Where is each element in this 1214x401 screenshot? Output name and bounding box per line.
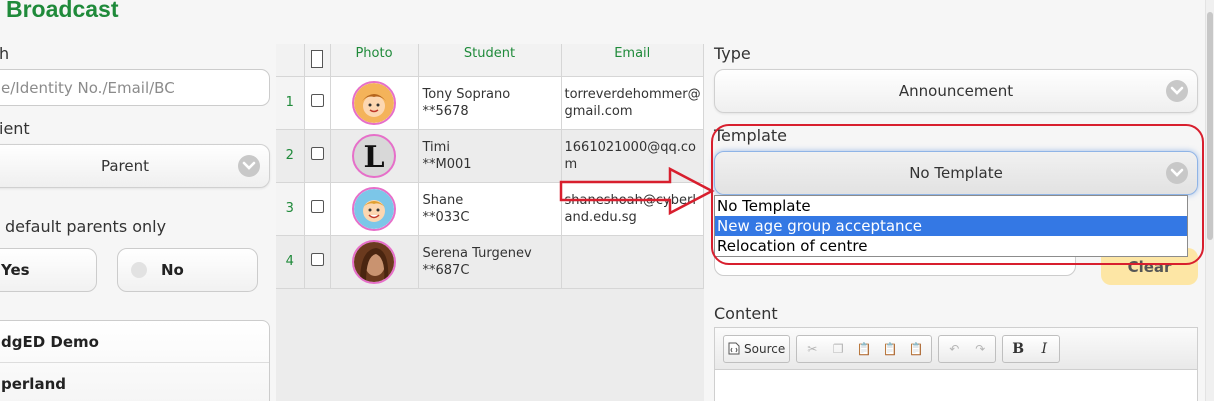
content-label: Content [714,304,778,323]
source-label: Source [744,341,786,356]
letter-l-avatar: L [352,133,396,178]
copy-icon[interactable]: ❐ [827,338,849,360]
table-row[interactable]: 1 Tony Soprano **5678 torreverdehommer@gm… [276,76,704,130]
select-all-checkbox[interactable] [311,50,323,68]
girl-cartoon-avatar [352,80,396,125]
document-icon [728,342,740,355]
student-id: **033C [422,209,470,225]
row-number: 1 [276,76,305,130]
recipient-select-value: Parent [100,157,150,175]
yes-label: Yes [1,261,30,279]
recipient-select[interactable]: Parent [0,144,270,188]
row-number: 4 [276,235,305,289]
page-title: Broadcast [6,0,119,22]
svg-text:L: L [363,140,384,175]
format-group: B I [1002,334,1061,363]
select-all-header[interactable] [304,44,331,77]
paste-word-icon[interactable]: 📋 [905,338,927,360]
photo-avatar [352,239,396,284]
student-name: Shane [422,192,464,208]
bold-button[interactable]: B [1007,338,1029,360]
search-input[interactable] [0,69,270,106]
row-checkbox[interactable] [310,147,324,160]
student-id: **5678 [422,103,469,119]
page-scrollbar[interactable] [1205,0,1214,401]
recipient-label: ient [0,119,30,138]
cut-icon[interactable]: ✂ [801,338,823,360]
yes-radio-button[interactable]: Yes [0,248,97,292]
student-name: Tony Soprano [422,86,511,102]
student-name: Timi [422,139,450,155]
annotation-arrow-icon [559,166,715,216]
redo-icon[interactable]: ↷ [969,338,991,360]
content-editor[interactable]: Source ✂ ❐ 📋 📋 📋 ↶ ↷ B I [714,327,1198,401]
search-label: h [0,44,10,63]
row-checkbox[interactable] [310,94,324,107]
source-group: Source [723,334,791,363]
type-select[interactable]: Announcement [714,69,1198,113]
student-id: **M001 [422,156,472,172]
default-parents-label: default parents only [5,217,167,236]
row-number: 2 [276,129,305,183]
school-list: dgED Demo perland [0,320,270,401]
source-button[interactable]: Source [728,338,785,360]
school-item[interactable]: perland [0,363,269,401]
radio-dot-icon [131,262,147,278]
type-label: Type [714,44,751,63]
table-row[interactable]: 4 Serena Turgenev **687C [276,235,704,289]
no-label: No [161,261,184,279]
row-checkbox[interactable] [310,253,324,266]
scrollbar-thumb[interactable] [1207,12,1213,240]
italic-button[interactable]: I [1033,338,1055,360]
type-select-value: Announcement [898,82,1014,100]
student-grid: Photo Student Email 1 Tony Soprano **5678… [276,44,704,401]
grid-header-row: Photo Student Email [276,44,704,77]
chevron-down-icon [238,155,260,177]
clipboard-group: ✂ ❐ 📋 📋 📋 [796,334,933,363]
row-number-header [276,44,305,77]
no-radio-button[interactable]: No [117,248,258,292]
student-email [561,235,704,289]
paste-text-icon[interactable]: 📋 [879,338,901,360]
boy-cartoon-avatar [352,186,396,231]
editor-toolbar: Source ✂ ❐ 📋 📋 📋 ↶ ↷ B I [715,328,1197,370]
broadcast-page: Broadcast h ient Parent default parents … [0,0,1214,401]
student-email: torreverdehommer@gmail.com [561,76,704,130]
student-id: **687C [422,262,470,278]
student-name: Serena Turgenev [422,245,532,261]
column-header-student: Student [418,44,562,77]
school-item-label: perland [1,374,66,393]
row-checkbox[interactable] [310,200,324,213]
chevron-down-icon [1166,80,1188,102]
column-header-email: Email [561,44,704,77]
school-item-label: dgED Demo [1,332,99,351]
undo-icon[interactable]: ↶ [943,338,965,360]
annotation-highlight-box [711,124,1204,265]
school-item[interactable]: dgED Demo [0,321,269,363]
row-number: 3 [276,182,305,236]
paste-icon[interactable]: 📋 [853,338,875,360]
history-group: ↶ ↷ [938,334,997,363]
column-header-photo: Photo [330,44,419,77]
